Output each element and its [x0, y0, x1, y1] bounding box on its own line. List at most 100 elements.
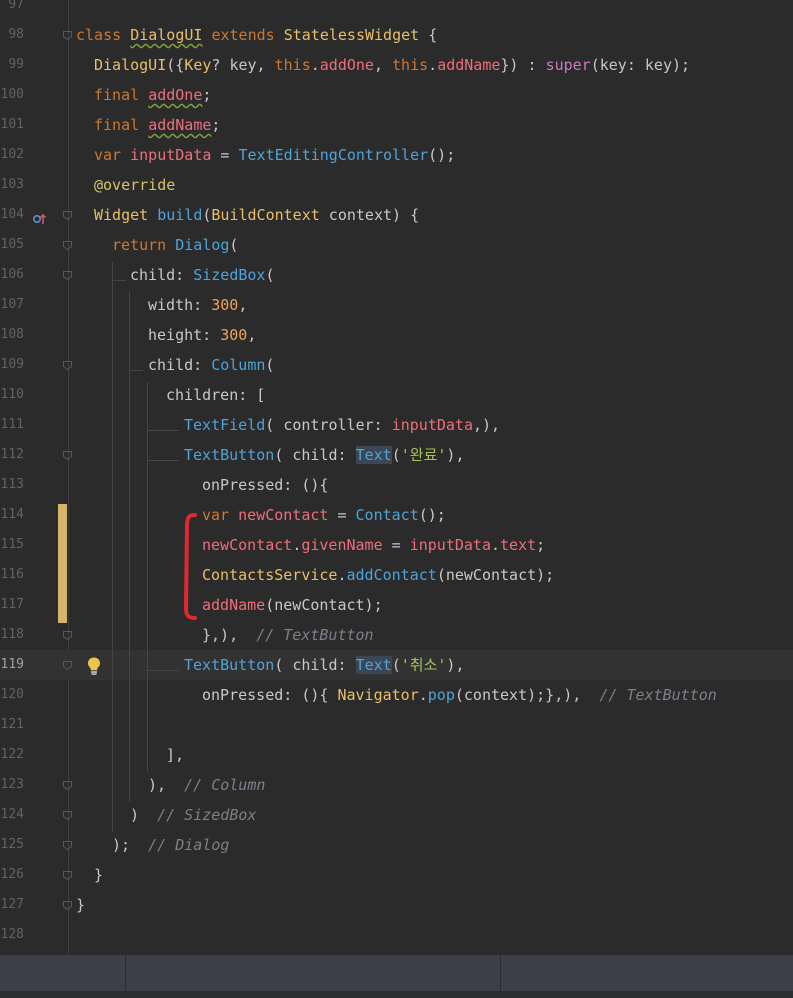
- code-token: (: [391, 656, 401, 674]
- fold-marker-icon[interactable]: [62, 660, 73, 671]
- code-token: .: [428, 56, 438, 74]
- line-number: 110: [0, 387, 24, 402]
- indent-guide: [147, 670, 179, 671]
- code-text: DialogUI({Key? key, this.addOne, this.ad…: [94, 50, 690, 80]
- code-text: final addOne;: [94, 80, 211, 110]
- code-token: this: [392, 56, 429, 74]
- line-number: 97: [8, 0, 24, 12]
- code-token: super: [545, 56, 591, 74]
- code-text: class DialogUI extends StatelessWidget {: [76, 20, 437, 50]
- code-line[interactable]: 108 height: 300,: [0, 320, 793, 350]
- fold-marker-icon[interactable]: [62, 900, 73, 911]
- code-token: .: [491, 536, 501, 554]
- code-line[interactable]: 107 width: 300,: [0, 290, 793, 320]
- override-gutter-icon[interactable]: [32, 212, 48, 230]
- code-token: .: [337, 566, 347, 584]
- code-line[interactable]: 97: [0, 0, 793, 20]
- fold-marker-icon[interactable]: [62, 870, 73, 881]
- fold-marker-icon[interactable]: [62, 240, 73, 251]
- code-token: ,),: [473, 416, 501, 434]
- code-line[interactable]: 103 @override: [0, 170, 793, 200]
- code-line[interactable]: 101 final addName;: [0, 110, 793, 140]
- code-text: @override: [94, 170, 175, 200]
- line-number: 121: [0, 717, 24, 732]
- code-line[interactable]: 118},), // TextButton: [0, 620, 793, 650]
- code-token: // SizedBox: [157, 806, 257, 824]
- code-token: addName: [202, 596, 266, 614]
- line-number: 115: [0, 537, 24, 552]
- code-line[interactable]: 119 TextButton( child: Text('취소'),: [0, 650, 793, 680]
- code-line[interactable]: 126}: [0, 860, 793, 890]
- code-token: DialogUI: [94, 56, 167, 74]
- code-line[interactable]: 120 onPressed: (){ Navigator.pop(context)…: [0, 680, 793, 710]
- code-line[interactable]: 102 var inputData = TextEditingController…: [0, 140, 793, 170]
- code-token: (key: key);: [590, 56, 691, 74]
- code-token: ( child:: [274, 656, 356, 674]
- code-token: newContact: [202, 536, 293, 554]
- fold-marker-icon[interactable]: [62, 270, 73, 281]
- line-number: 108: [0, 327, 24, 342]
- code-token: );: [112, 836, 149, 854]
- code-line[interactable]: 106 child: SizedBox(: [0, 260, 793, 290]
- code-token: ContactsService: [202, 566, 338, 584]
- code-token: (: [229, 236, 239, 254]
- code-token: =: [328, 506, 356, 524]
- code-line[interactable]: 104 Widget build(BuildContext context) {: [0, 200, 793, 230]
- line-number: 106: [0, 267, 24, 282]
- fold-marker-icon[interactable]: [62, 450, 73, 461]
- code-token: TextField: [184, 416, 266, 434]
- indent-guide: [129, 292, 130, 802]
- code-line[interactable]: 117 addName(newContact);: [0, 590, 793, 620]
- code-token: context) {: [319, 206, 420, 224]
- code-line[interactable]: 110 children: [: [0, 380, 793, 410]
- code-line[interactable]: 99 DialogUI({Key? key, this.addOne, this.…: [0, 50, 793, 80]
- fold-marker-icon[interactable]: [62, 810, 73, 821]
- code-token: (: [265, 266, 275, 284]
- code-text: ContactsService.addContact(newContact);: [202, 560, 554, 590]
- code-line[interactable]: 128: [0, 920, 793, 950]
- line-number: 105: [0, 237, 24, 252]
- code-line[interactable]: 112 TextButton( child: Text('완료'),: [0, 440, 793, 470]
- code-token: ,: [238, 296, 248, 314]
- code-token: extends: [202, 26, 284, 44]
- fold-marker-icon[interactable]: [62, 360, 73, 371]
- code-token: ();: [418, 506, 446, 524]
- line-number: 120: [0, 687, 24, 702]
- code-line[interactable]: 100 final addOne;: [0, 80, 793, 110]
- code-token: ;: [202, 86, 212, 104]
- code-line[interactable]: 124) // SizedBox: [0, 800, 793, 830]
- code-line[interactable]: 115 newContact.givenName = inputData.text…: [0, 530, 793, 560]
- fold-marker-icon[interactable]: [62, 780, 73, 791]
- code-line[interactable]: 113 onPressed: (){: [0, 470, 793, 500]
- code-token: StatelessWidget: [283, 26, 420, 44]
- code-text: }: [94, 860, 103, 890]
- code-line[interactable]: 116 ContactsService.addContact(newContact…: [0, 560, 793, 590]
- code-line[interactable]: 121: [0, 710, 793, 740]
- code-line[interactable]: 105 return Dialog(: [0, 230, 793, 260]
- code-editor[interactable]: 97 98 class DialogUI extends StatelessWidg…: [0, 0, 793, 955]
- code-line[interactable]: 125); // Dialog: [0, 830, 793, 860]
- code-line[interactable]: 122],: [0, 740, 793, 770]
- line-number: 123: [0, 777, 24, 792]
- code-line[interactable]: 98 class DialogUI extends StatelessWidget…: [0, 20, 793, 50]
- status-divider: [125, 955, 126, 991]
- code-text: TextButton( child: Text('취소'),: [184, 650, 464, 680]
- line-number: 104: [0, 207, 24, 222]
- line-number: 113: [0, 477, 24, 492]
- code-line[interactable]: 109 child: Column(: [0, 350, 793, 380]
- code-line[interactable]: 111 TextField( controller: inputData,),: [0, 410, 793, 440]
- code-line[interactable]: 114 var newContact = Contact();: [0, 500, 793, 530]
- code-line[interactable]: 127}: [0, 890, 793, 920]
- lightbulb-icon[interactable]: [86, 656, 102, 680]
- fold-marker-icon[interactable]: [62, 840, 73, 851]
- fold-marker-icon[interactable]: [62, 630, 73, 641]
- code-text: ) // SizedBox: [130, 800, 256, 830]
- code-line[interactable]: 123), // Column: [0, 770, 793, 800]
- red-bracket-annotation: [183, 513, 197, 620]
- code-token: TextEditingController: [238, 146, 429, 164]
- fold-marker-icon[interactable]: [62, 210, 73, 221]
- fold-marker-icon[interactable]: [62, 30, 73, 41]
- code-token: ),: [148, 776, 185, 794]
- code-text: width: 300,: [148, 290, 247, 320]
- line-number: 99: [8, 57, 24, 72]
